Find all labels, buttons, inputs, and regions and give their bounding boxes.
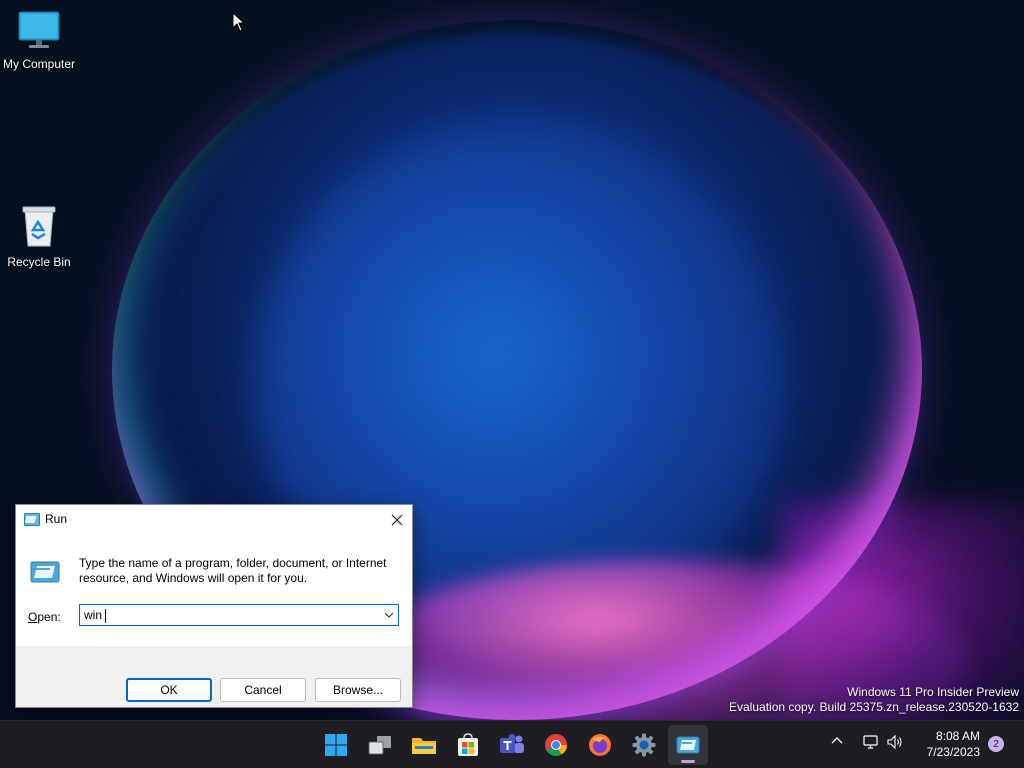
microsoft-store-button[interactable] xyxy=(448,725,488,765)
file-explorer-button[interactable] xyxy=(404,725,444,765)
start-button[interactable] xyxy=(316,725,356,765)
text-caret xyxy=(105,609,106,623)
store-icon xyxy=(458,733,478,756)
teams-button[interactable] xyxy=(492,725,532,765)
chevron-up-icon xyxy=(831,737,843,744)
desktop-icon-recycle-bin[interactable]: Recycle Bin xyxy=(0,204,78,269)
desktop-icon-label: Recycle Bin xyxy=(7,255,71,269)
windows-logo-icon xyxy=(325,734,347,756)
run-icon xyxy=(676,736,700,754)
run-taskbar-button[interactable] xyxy=(668,725,708,765)
close-icon xyxy=(391,514,403,525)
recycle-bin-icon xyxy=(0,204,78,251)
open-label-accelerator: O xyxy=(28,610,38,624)
task-view-icon xyxy=(368,736,391,755)
open-dropdown-button[interactable] xyxy=(380,605,398,625)
firefox-icon xyxy=(589,734,611,756)
clock[interactable]: 8:08 AM 7/23/2023 xyxy=(910,728,980,760)
settings-button[interactable] xyxy=(624,725,664,765)
monitor-icon xyxy=(0,10,78,53)
desktop-icon-label: My Computer xyxy=(2,57,76,71)
ok-button[interactable]: OK xyxy=(126,678,212,702)
firefox-button[interactable] xyxy=(580,725,620,765)
chrome-icon xyxy=(545,734,567,756)
chevron-down-icon xyxy=(384,612,394,618)
show-hidden-icons-button[interactable] xyxy=(830,734,844,751)
folder-icon xyxy=(412,738,436,754)
windows-watermark: Windows 11 Pro Insider Preview Evaluatio… xyxy=(729,685,1019,715)
speaker-icon xyxy=(887,734,902,750)
cancel-button[interactable]: Cancel xyxy=(220,678,306,702)
notification-badge[interactable]: 2 xyxy=(988,736,1004,752)
chrome-button[interactable] xyxy=(536,725,576,765)
run-large-icon xyxy=(30,561,60,586)
network-button[interactable] xyxy=(862,734,880,753)
gear-icon xyxy=(632,733,656,757)
active-indicator xyxy=(681,760,695,763)
run-icon xyxy=(24,513,40,529)
watermark-edition: Windows 11 Pro Insider Preview xyxy=(847,685,1019,699)
mouse-cursor-icon xyxy=(232,11,246,35)
task-view-button[interactable] xyxy=(360,725,400,765)
clock-date: 7/23/2023 xyxy=(926,745,980,759)
open-input[interactable] xyxy=(80,605,380,625)
watermark-build: Evaluation copy. Build 25375.zn_release.… xyxy=(729,700,1019,714)
teams-icon xyxy=(500,734,524,753)
open-combobox[interactable] xyxy=(79,604,399,626)
run-body: Type the name of a program, folder, docu… xyxy=(16,534,412,646)
open-label-text: pen: xyxy=(37,610,61,624)
volume-button[interactable] xyxy=(886,734,904,753)
browse-button[interactable]: Browse... xyxy=(315,678,401,702)
open-label: Open: xyxy=(28,610,61,624)
close-button[interactable] xyxy=(382,505,412,534)
desktop-icon-my-computer[interactable]: My Computer xyxy=(0,10,78,71)
run-title: Run xyxy=(45,512,68,526)
run-titlebar[interactable]: Run xyxy=(16,505,412,534)
clock-time: 8:08 AM xyxy=(935,729,980,743)
network-icon xyxy=(863,735,878,749)
run-dialog: Run Type the name of a program, folder, … xyxy=(15,504,413,708)
run-description: Type the name of a program, folder, docu… xyxy=(79,556,387,585)
run-footer: OK Cancel Browse... xyxy=(16,646,412,708)
